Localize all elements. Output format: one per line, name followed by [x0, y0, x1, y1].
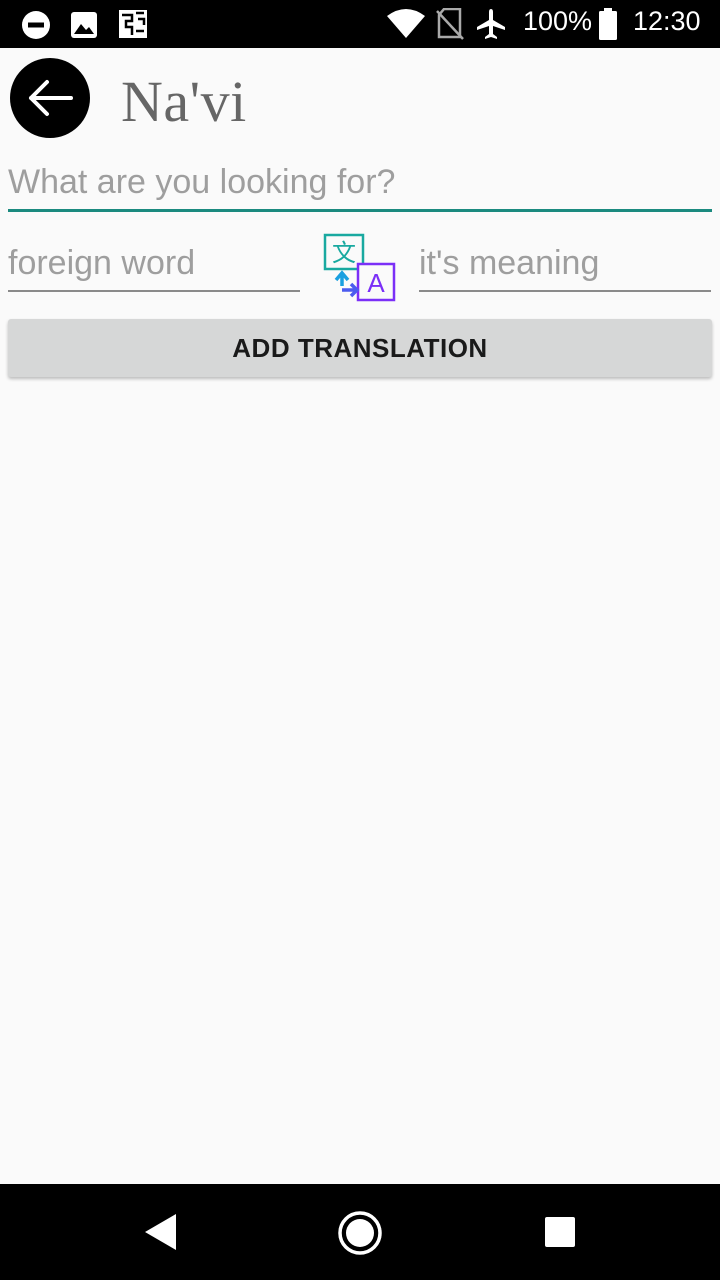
airplane-icon: [477, 9, 505, 39]
navigation-bar: [0, 1184, 720, 1280]
recents-square-icon[interactable]: [544, 1216, 576, 1248]
status-bar: 100% 12:30: [0, 0, 720, 48]
battery-icon: [599, 8, 617, 40]
foreign-word-field[interactable]: [8, 236, 300, 292]
home-circle-icon[interactable]: [337, 1210, 383, 1256]
no-sim-icon: [436, 8, 464, 40]
notification-icon: [119, 10, 147, 38]
meaning-field[interactable]: [419, 236, 711, 292]
search-input[interactable]: [8, 156, 712, 212]
image-icon: [71, 12, 97, 38]
translate-icon[interactable]: 文 A: [320, 230, 398, 306]
wifi-icon: [387, 9, 425, 38]
back-button[interactable]: [10, 58, 90, 138]
svg-text:A: A: [367, 268, 385, 298]
do-not-disturb-icon: [22, 11, 50, 39]
arrow-left-icon: [29, 80, 73, 116]
battery-percent: 100%: [523, 6, 593, 36]
clock: 12:30: [633, 6, 701, 36]
back-triangle-icon[interactable]: [142, 1212, 178, 1252]
svg-text:文: 文: [332, 239, 356, 267]
page-title: Na'vi: [121, 69, 247, 134]
add-translation-button[interactable]: ADD TRANSLATION: [8, 319, 712, 377]
